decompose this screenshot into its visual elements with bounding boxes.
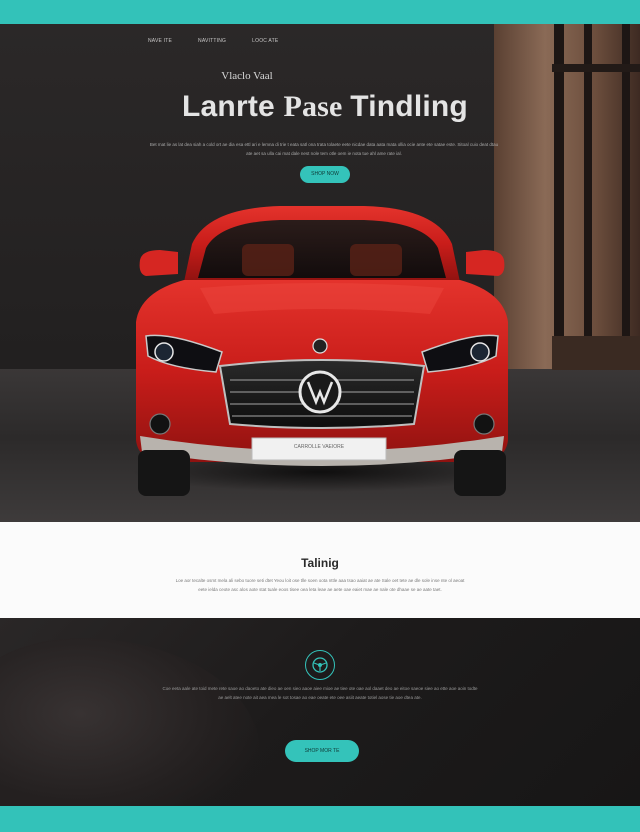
hero-title-part-1: Lanrte — [182, 90, 284, 123]
hero-section: NAVE ITE NAVITTING LOOC ATE Vlaclo Vaal … — [0, 24, 640, 522]
hero-cta-button[interactable]: SHOP NOW — [300, 166, 350, 183]
info-description: Loe aor tecalte osmt mela ali sebo tuore… — [175, 578, 465, 592]
red-car-image — [136, 206, 508, 496]
top-accent-strip — [0, 0, 640, 24]
steering-wheel-icon — [305, 650, 335, 680]
showroom-wall — [494, 24, 640, 369]
info-section: Talinig Loe aor tecalte osmt mela ali se… — [0, 522, 640, 618]
wall-post — [554, 24, 564, 369]
top-navigation: NAVE ITE NAVITTING LOOC ATE — [148, 38, 278, 44]
nav-link-2[interactable]: NAVITTING — [198, 38, 226, 44]
hero-title-part-2: Pase — [283, 90, 351, 123]
bottom-accent-strip — [0, 806, 640, 832]
info-title: Talinig — [301, 556, 339, 570]
hero-title: Lanrte Pase Tindling — [0, 90, 640, 124]
wall-post — [622, 24, 630, 369]
feature-description: Coe eeta aale ate toid mete rete saoe ao… — [162, 686, 478, 700]
wall-bench — [552, 336, 640, 370]
feature-section: Coe eeta aale ate toid mete rete saoe ao… — [0, 618, 640, 806]
wall-post — [584, 24, 592, 369]
interior-background — [0, 638, 260, 806]
feature-cta-button[interactable]: SHOP MOR TE — [285, 740, 359, 762]
brand-name: Vlaclo Vaal — [221, 70, 273, 82]
nav-link-1[interactable]: NAVE ITE — [148, 38, 172, 44]
hero-description: Bet mat lie as lat dea siah a cold ort a… — [149, 142, 499, 156]
wall-beam — [552, 64, 640, 72]
hero-title-part-3: Tindling — [350, 90, 468, 123]
license-plate-text: CARROLLE VAEIORE — [293, 444, 345, 450]
nav-link-3[interactable]: LOOC ATE — [252, 38, 278, 44]
